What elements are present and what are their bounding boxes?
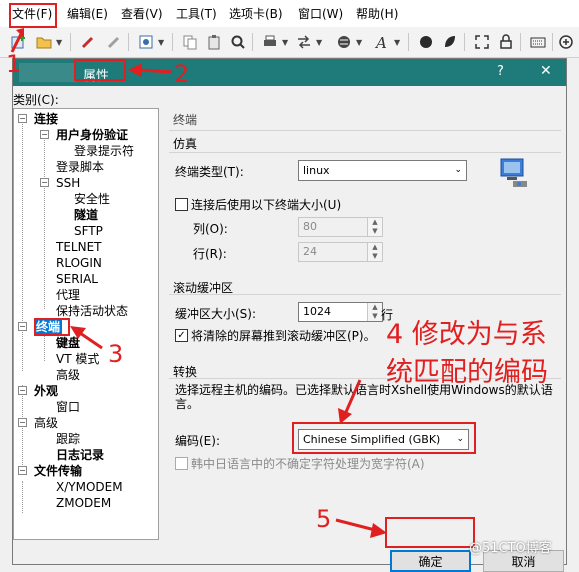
annotation-step-4-line2: 统匹配的编码	[386, 357, 548, 388]
annotation-step-1: 1	[6, 50, 22, 78]
highlight-terminal-item	[34, 318, 70, 336]
annotation-step-5: 5	[316, 505, 332, 533]
annotation-step-4-line1: 4 修改为与系	[386, 319, 547, 350]
watermark: @51CTO博客	[469, 541, 552, 556]
highlight-encoding-select	[292, 422, 476, 454]
highlight-ok-button	[385, 517, 475, 548]
annotation-arrows	[10, 28, 387, 538]
highlight-properties-title	[74, 59, 126, 81]
annotation-step-2: 2	[174, 60, 190, 88]
annotation-step-3: 3	[108, 340, 124, 368]
